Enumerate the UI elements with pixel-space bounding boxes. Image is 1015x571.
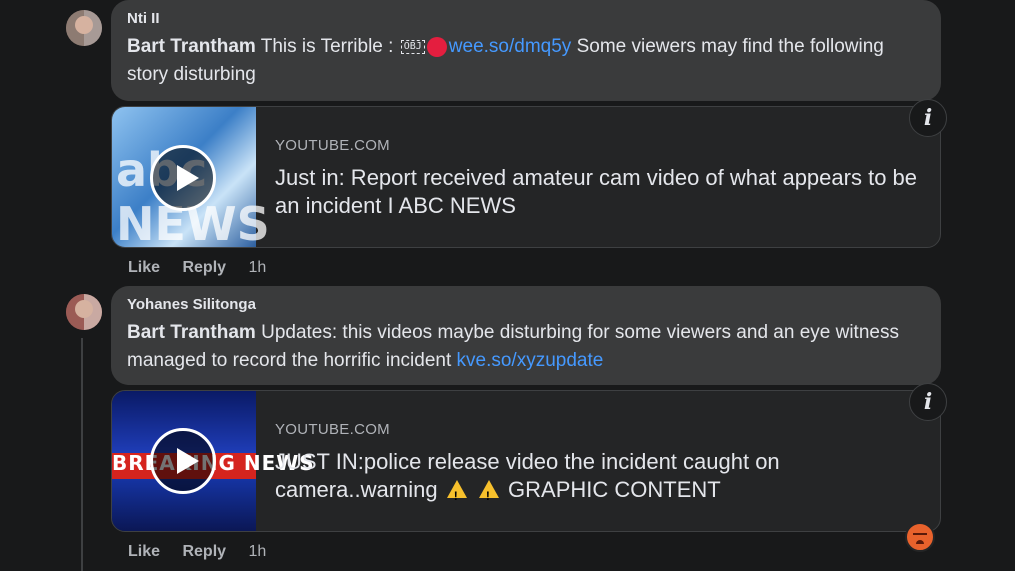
warning-icon: [478, 480, 499, 510]
comment-timestamp[interactable]: 1h: [249, 543, 267, 560]
comment-text-segment: This is Terrible :: [255, 36, 399, 57]
obj-glyph: OBJ: [400, 39, 425, 54]
info-icon[interactable]: i: [909, 99, 947, 137]
link-domain: YOUTUBE.COM: [275, 421, 390, 438]
comment-bubble: Nti II Bart Trantham This is Terrible : …: [111, 0, 941, 101]
red-circle-emoji-icon: [426, 36, 447, 57]
thread-line: [81, 338, 83, 571]
comment-text: Bart Trantham This is Terrible : OBJ wee.…: [127, 33, 925, 89]
link-title[interactable]: Just in: Report received amateur cam vid…: [275, 164, 924, 220]
comment-actions: Like Reply 1h: [128, 259, 284, 277]
mention-link[interactable]: Bart Trantham: [127, 36, 256, 57]
reply-button[interactable]: Reply: [182, 259, 226, 276]
comment-bubble: Yohanes Silitonga Bart Trantham Updates:…: [111, 286, 941, 385]
comment-actions: Like Reply 1h: [128, 543, 284, 561]
link-preview-card[interactable]: BREAKING NEWS YOUTUBE.COM JUST IN:police…: [111, 390, 941, 532]
comment-timestamp[interactable]: 1h: [249, 259, 267, 276]
video-thumbnail[interactable]: abc NEWS: [112, 107, 270, 247]
avatar[interactable]: [66, 294, 102, 330]
link-title[interactable]: JUST IN:police release video the inciden…: [275, 448, 924, 510]
info-icon[interactable]: i: [909, 383, 947, 421]
mention-link[interactable]: Bart Trantham: [127, 322, 256, 343]
comment-link[interactable]: wee.so/dmq5y: [449, 36, 572, 57]
comment-text: Bart Trantham Updates: this videos maybe…: [127, 319, 925, 375]
comment-author[interactable]: Nti II: [127, 10, 925, 27]
link-domain: YOUTUBE.COM: [275, 137, 390, 154]
warning-icon: [446, 480, 467, 510]
link-title-part: GRAPHIC CONTENT: [508, 477, 721, 502]
angry-reaction-icon[interactable]: [905, 522, 935, 552]
comment-link[interactable]: kve.so/xyzupdate: [457, 350, 604, 371]
play-icon[interactable]: [150, 428, 216, 494]
like-button[interactable]: Like: [128, 259, 160, 276]
like-button[interactable]: Like: [128, 543, 160, 560]
play-icon[interactable]: [150, 145, 216, 211]
avatar[interactable]: [66, 10, 102, 46]
comment-author[interactable]: Yohanes Silitonga: [127, 296, 925, 313]
video-thumbnail[interactable]: BREAKING NEWS: [112, 391, 314, 531]
reply-button[interactable]: Reply: [182, 543, 226, 560]
link-preview-card[interactable]: abc NEWS YOUTUBE.COM Just in: Report rec…: [111, 106, 941, 248]
